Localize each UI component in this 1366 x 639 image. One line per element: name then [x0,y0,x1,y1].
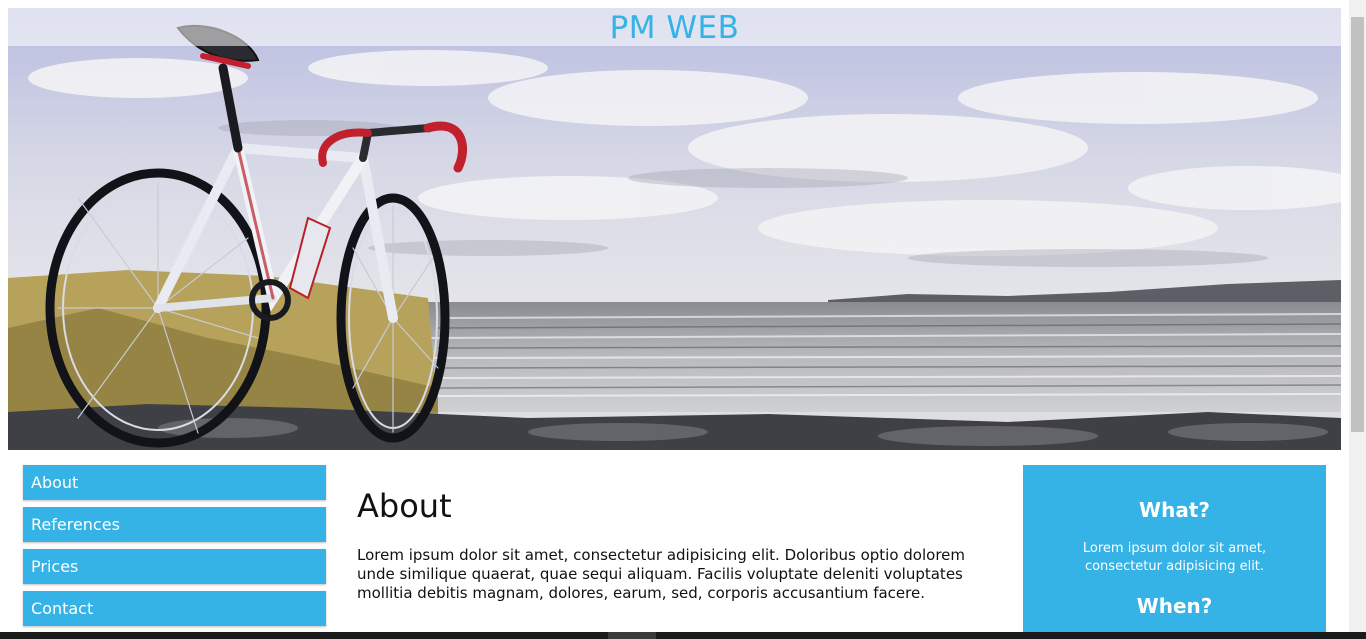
main-content: About Lorem ipsum dolor sit amet, consec… [357,482,993,603]
page: PM WEB About References Prices Contact A… [0,0,1366,639]
what-heading: What? [1139,498,1210,522]
main-heading: About [357,487,452,525]
what-text: Lorem ipsum dolor sit amet, consectetur … [1082,541,1267,574]
hero-image [8,8,1341,450]
hero-banner: PM WEB [8,8,1341,450]
nav-item-contact[interactable]: Contact [23,591,326,626]
site-header-bar: PM WEB [8,8,1341,46]
taskbar-active-item[interactable] [608,632,656,639]
main-paragraph: Lorem ipsum dolor sit amet, consectetur … [357,546,965,602]
nav-item-references[interactable]: References [23,507,326,542]
nav-item-prices[interactable]: Prices [23,549,326,584]
vertical-scrollbar[interactable] [1349,0,1366,632]
nav-item-about[interactable]: About [23,465,326,500]
taskbar [0,632,1366,639]
when-heading: When? [1136,594,1213,618]
sidebar-nav: About References Prices Contact [23,465,326,633]
site-title: PM WEB [609,10,740,46]
scrollbar-thumb[interactable] [1351,17,1364,432]
info-box: What? Lorem ipsum dolor sit amet, consec… [1023,465,1326,639]
